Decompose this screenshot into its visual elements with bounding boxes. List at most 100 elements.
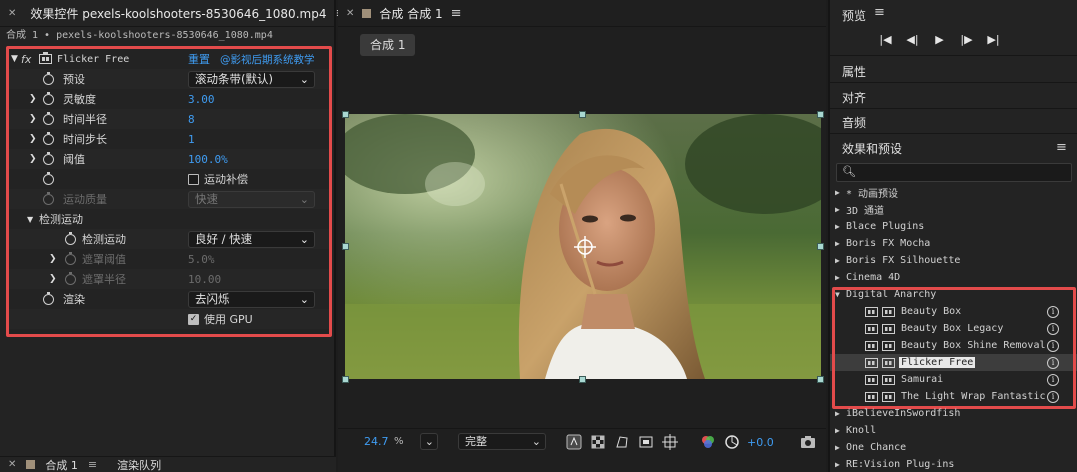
fx-toggle-icon[interactable]: fx — [21, 53, 31, 66]
expand-triangle-icon[interactable]: ▶ — [835, 460, 840, 469]
close-tab-icon[interactable]: ✕ — [346, 8, 354, 19]
expand-triangle-icon[interactable]: ▶ — [835, 273, 840, 282]
first-frame-icon[interactable]: |◀ — [876, 33, 895, 46]
category-3d-channel[interactable]: ▶ 3D 通道 — [830, 201, 1077, 218]
transparency-grid-icon[interactable] — [590, 434, 606, 450]
chevron-down-icon: ⌄ — [299, 192, 309, 206]
zoom-value[interactable]: 24.7 — [364, 435, 389, 448]
collapse-chevron-icon[interactable]: ▼ — [11, 54, 18, 64]
expand-triangle-icon[interactable]: ▶ — [835, 426, 840, 435]
expand-chevron-icon[interactable]: ❯ — [29, 94, 37, 104]
category-one-chance[interactable]: ▶ One Chance — [830, 439, 1077, 456]
transform-handle[interactable] — [579, 376, 586, 383]
next-frame-icon[interactable]: |▶ — [957, 33, 976, 46]
transform-handle[interactable] — [342, 111, 349, 118]
effect-header-row[interactable]: ▼ fx Flicker Free 重置 @影视后期系统教学 — [9, 49, 329, 69]
reset-link[interactable]: 重置 — [188, 51, 210, 67]
close-tab-icon[interactable]: ✕ — [8, 8, 16, 19]
detect-group-row[interactable]: ▼ 检测运动 — [9, 209, 329, 229]
use-gpu-row: ✓ 使用 GPU — [9, 309, 329, 329]
panel-menu-icon[interactable]: ≡ — [874, 5, 885, 20]
expand-chevron-icon[interactable]: ❯ — [29, 154, 37, 164]
transform-handle[interactable] — [817, 376, 824, 383]
zoom-dropdown[interactable]: ⌄ — [420, 433, 438, 450]
expand-triangle-icon[interactable]: ▶ — [835, 256, 840, 265]
stopwatch-icon[interactable] — [43, 171, 54, 185]
close-tab-icon[interactable]: ✕ — [8, 459, 16, 470]
timeline-menu-icon[interactable]: ≡ — [88, 458, 97, 471]
play-icon[interactable]: ▶ — [930, 33, 949, 46]
stopwatch-icon[interactable] — [43, 111, 54, 125]
expand-chevron-icon[interactable]: ❯ — [29, 134, 37, 144]
transform-handle[interactable] — [342, 376, 349, 383]
sensitivity-value[interactable]: 3.00 — [188, 93, 215, 106]
stopwatch-icon[interactable] — [43, 291, 54, 305]
expand-triangle-icon[interactable]: ▶ — [835, 409, 840, 418]
align-section[interactable]: 对齐 — [830, 84, 1077, 109]
checkbox-box[interactable] — [188, 173, 199, 185]
video-frame[interactable] — [345, 114, 821, 379]
panel-menu-icon[interactable]: ≡ — [1056, 140, 1067, 155]
snapshot-camera-icon[interactable] — [800, 434, 816, 450]
expand-triangle-icon[interactable]: ▶ — [835, 205, 840, 214]
effect-controls-tab[interactable]: ✕ 效果控件 pexels-koolshooters-8530646_1080.… — [0, 0, 346, 27]
fast-preview-icon[interactable] — [566, 434, 582, 450]
sensitivity-label: 灵敏度 — [63, 93, 96, 106]
category-knoll[interactable]: ▶ Knoll — [830, 422, 1077, 439]
stopwatch-icon[interactable] — [43, 151, 54, 165]
reset-exposure-icon[interactable] — [724, 434, 740, 450]
composition-tab[interactable]: ✕ 合成 合成 1 ≡ — [338, 0, 826, 27]
comp-breadcrumb-button[interactable]: 合成 1 — [360, 34, 416, 56]
checkbox-checked-box[interactable]: ✓ — [188, 313, 199, 325]
expand-triangle-icon[interactable]: ▶ — [835, 222, 840, 231]
expand-triangle-icon[interactable]: ▶ — [835, 443, 840, 452]
transform-handle[interactable] — [342, 243, 349, 250]
preview-title[interactable]: 预览 — [842, 7, 866, 24]
category-revision-plugins[interactable]: ▶ RE:Vision Plug-ins — [830, 456, 1077, 472]
stopwatch-icon[interactable] — [43, 91, 54, 105]
exposure-value[interactable]: +0.0 — [747, 436, 774, 449]
expand-triangle-icon[interactable]: ▶ — [835, 239, 840, 248]
transform-handle[interactable] — [817, 243, 824, 250]
stopwatch-icon[interactable] — [43, 71, 54, 85]
render-dropdown[interactable]: 去闪烁 ⌄ — [188, 290, 315, 308]
previous-frame-icon[interactable]: ◀| — [903, 33, 922, 46]
preset-dropdown[interactable]: 滚动条带(默认) ⌄ — [188, 70, 315, 88]
resolution-dropdown[interactable]: 完整 ⌄ — [458, 433, 546, 450]
detect-motion-dropdown[interactable]: 良好 / 快速 ⌄ — [188, 230, 315, 248]
category-animation-presets[interactable]: ▶ * 动画预设 — [830, 184, 1077, 201]
last-frame-icon[interactable]: ▶| — [984, 33, 1003, 46]
credit-link[interactable]: @影视后期系统教学 — [220, 52, 315, 67]
effects-presets-title[interactable]: 效果和预设 — [842, 140, 902, 157]
panel-menu-icon[interactable]: ≡ — [451, 6, 462, 21]
use-gpu-checkbox[interactable]: ✓ 使用 GPU — [188, 311, 253, 327]
color-channels-icon[interactable] — [700, 434, 716, 450]
transform-handle[interactable] — [817, 111, 824, 118]
effects-search-input[interactable]: 🔍︎ — [836, 163, 1072, 182]
expand-chevron-icon[interactable]: ❯ — [29, 114, 37, 124]
audio-section[interactable]: 音频 — [830, 109, 1077, 134]
stopwatch-icon[interactable] — [65, 231, 76, 245]
category-ibelieveinswordfish[interactable]: ▶ iBelieveInSwordfish — [830, 405, 1077, 422]
guides-icon[interactable] — [662, 434, 678, 450]
time-radius-value[interactable]: 8 — [188, 113, 195, 126]
time-step-value[interactable]: 1 — [188, 133, 195, 146]
mask-visibility-icon[interactable] — [614, 434, 630, 450]
category-blace-plugins[interactable]: ▶ Blace Plugins — [830, 218, 1077, 235]
motion-comp-checkbox[interactable]: 运动补偿 — [188, 171, 248, 187]
expand-chevron-icon[interactable]: ❯ — [49, 254, 57, 264]
stopwatch-icon[interactable] — [43, 131, 54, 145]
expand-triangle-icon[interactable]: ▶ — [835, 188, 840, 197]
transform-handle[interactable] — [579, 111, 586, 118]
expand-chevron-icon[interactable]: ❯ — [49, 274, 57, 284]
timeline-comp-tab[interactable]: 合成 1 — [45, 457, 78, 472]
region-of-interest-icon[interactable] — [638, 434, 654, 450]
category-cinema4d[interactable]: ▶ Cinema 4D — [830, 269, 1077, 286]
collapse-chevron-icon[interactable]: ▼ — [27, 215, 33, 224]
category-boris-mocha[interactable]: ▶ Boris FX Mocha — [830, 235, 1077, 252]
render-queue-tab[interactable]: 渲染队列 — [117, 457, 161, 472]
category-boris-silhouette[interactable]: ▶ Boris FX Silhouette — [830, 252, 1077, 269]
properties-section[interactable]: 属性 — [830, 58, 1077, 83]
threshold-value[interactable]: 100.0% — [188, 153, 228, 166]
viewer-area[interactable] — [338, 64, 826, 426]
